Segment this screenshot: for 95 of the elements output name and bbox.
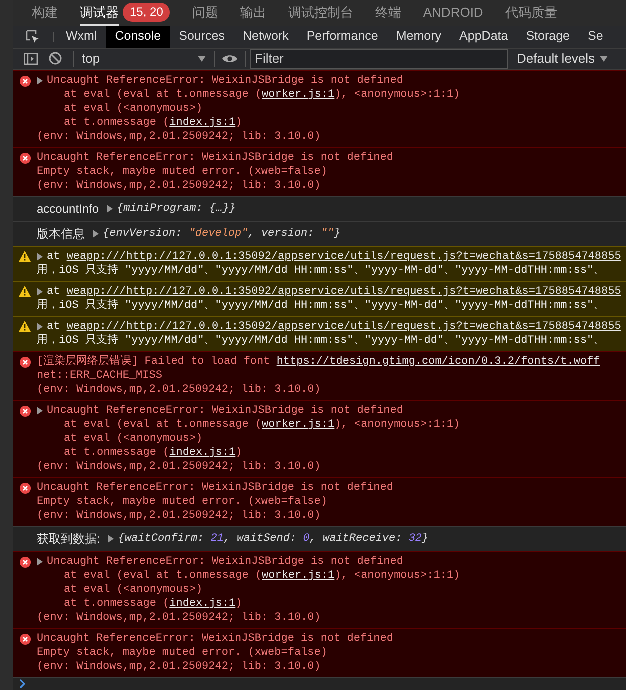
message-text: Uncaught ReferenceError: WeixinJSBridge is not defined — [47, 404, 404, 418]
source-link[interactable]: worker.js:1 — [262, 418, 335, 431]
tab[interactable]: 输出 — [240, 0, 266, 26]
prompt-icon — [19, 678, 27, 689]
tab[interactable]: 终端 — [375, 0, 402, 26]
log-label: 获取到数据: — [37, 532, 100, 546]
tab[interactable]: 代码质量 — [505, 0, 558, 26]
tab[interactable]: Console — [106, 26, 170, 48]
message-text: Uncaught ReferenceError: WeixinJSBridge is not defined — [37, 480, 394, 495]
levels-dropdown[interactable]: Default levels — [517, 49, 608, 69]
source-link[interactable]: worker.js:1 — [262, 570, 335, 582]
error-icon — [20, 556, 31, 568]
expand-arrow-icon[interactable] — [108, 534, 114, 543]
source-link[interactable]: https://tdesign.gtimg.com/icon/0.3.2/fonts/t.woff — [276, 356, 600, 368]
error-icon — [20, 406, 31, 417]
message-text: (env: Windows,mp,2.01.2509242; lib: 3.10.0) — [37, 660, 321, 674]
source-link[interactable]: weapp:///http://127.0.0.1:35092/appservice/utils/request.js?t=wechat&s=1758854748855 — [66, 286, 622, 298]
message-text: Empty stack, maybe muted error. (xweb=false) — [37, 646, 328, 660]
stack-trace-line: at eval (<anonymous>) — [64, 102, 203, 116]
message-text: at weapp:///http://127.0.0.1:35092/appservice/utils/request.js?t=wechat&s=1758854748855 — [47, 250, 622, 264]
message-text: Empty stack, maybe muted error. (xweb=false) — [37, 494, 328, 509]
tab[interactable]: Storage — [517, 26, 579, 48]
inspect-icon[interactable] — [25, 28, 41, 45]
tab[interactable]: Wxml — [57, 26, 106, 48]
source-link[interactable]: index.js:1 — [170, 116, 236, 129]
expand-arrow-icon[interactable] — [37, 288, 43, 296]
object-preview[interactable]: {waitConfirm: 21, waitSend: 0, waitReceive: 32} — [118, 532, 429, 546]
warning-icon — [19, 320, 31, 332]
source-link[interactable]: index.js:1 — [170, 598, 236, 610]
caret-icon — [600, 56, 608, 62]
tab[interactable]: Sources — [170, 26, 234, 48]
stack-trace-line: at eval (eval at t.onmessage (worker.js:1), <anonymous>:1:1) — [64, 88, 460, 102]
source-link[interactable]: worker.js:1 — [262, 88, 335, 101]
message-text: (env: Windows,mp,2.01.2509242; lib: 3.10.0) — [37, 508, 321, 523]
tab[interactable]: 调试控制台 — [288, 0, 354, 26]
message-text: 用，iOS 只支持 "yyyy/MM/dd"、"yyyy/MM/dd HH:mm:ss"、"yyyy-MM-dd"、"yyyy-MM-ddTHH:mm:ss"、 — [37, 298, 605, 313]
count-badge: 15, 20 — [123, 3, 170, 22]
message-text: (env: Windows,mp,2.01.2509242; lib: 3.10.0) — [37, 610, 321, 625]
tab[interactable]: 问题 — [192, 0, 218, 26]
expand-arrow-icon[interactable] — [37, 558, 43, 566]
expand-arrow-icon[interactable] — [107, 204, 114, 213]
expand-arrow-icon[interactable] — [37, 406, 43, 415]
sidebar-toggle-icon[interactable] — [24, 52, 38, 65]
context-select[interactable]: top — [74, 49, 214, 69]
tab[interactable]: 构建 — [32, 0, 58, 26]
clear-icon[interactable] — [49, 52, 62, 66]
message-text: Empty stack, maybe muted error. (xweb=false) — [37, 164, 328, 179]
warning-icon — [19, 250, 31, 262]
tab[interactable]: Memory — [387, 26, 451, 48]
expand-arrow-icon[interactable] — [37, 252, 43, 261]
source-link[interactable]: index.js:1 — [170, 446, 236, 459]
eye-icon[interactable] — [222, 54, 238, 64]
expand-arrow-icon[interactable] — [37, 322, 43, 331]
error-icon — [20, 356, 31, 368]
stack-trace-line: at eval (<anonymous>) — [64, 582, 203, 597]
message-text: (env: Windows,mp,2.01.2509242; lib: 3.10.0) — [37, 178, 321, 193]
source-link[interactable]: weapp:///http://127.0.0.1:35092/appservice/utils/request.js?t=wechat&s=1758854748855 — [66, 250, 622, 263]
stack-trace-line: at t.onmessage (index.js:1) — [64, 596, 242, 611]
error-icon — [20, 482, 31, 494]
message-text: at weapp:///http://127.0.0.1:35092/appservice/utils/request.js?t=wechat&s=1758854748855 — [47, 320, 622, 334]
message-text: 用，iOS 只支持 "yyyy/MM/dd"、"yyyy/MM/dd HH:mm:ss"、"yyyy-MM-dd"、"yyyy-MM-ddTHH:mm:ss"、 — [37, 334, 605, 348]
filter-field[interactable]: Filter — [250, 48, 508, 69]
warning-icon — [19, 286, 31, 297]
message-text: Uncaught ReferenceError: WeixinJSBridge is not defined — [37, 150, 394, 165]
tab[interactable]: AppData — [450, 26, 518, 48]
message-text: at weapp:///http://127.0.0.1:35092/appservice/utils/request.js?t=wechat&s=1758854748855 — [47, 284, 622, 299]
message-text: [渲染层网络层错误] Failed to load font https://tdesign.gtimg.com/icon/0.3.2/fonts/t.woff — [37, 354, 600, 369]
stack-trace-line: at t.onmessage (index.js:1) — [64, 116, 242, 130]
expand-arrow-icon[interactable] — [37, 76, 43, 85]
error-icon — [20, 634, 31, 645]
expand-arrow-icon[interactable] — [93, 230, 99, 238]
message-text: net::ERR_CACHE_MISS — [37, 368, 162, 383]
object-preview[interactable]: {miniProgram: {…}} — [117, 202, 236, 216]
error-icon — [20, 152, 31, 164]
caret-icon — [198, 56, 206, 62]
error-icon — [20, 76, 31, 87]
tab[interactable]: ANDROID — [423, 0, 484, 26]
log-label: accountInfo — [37, 202, 100, 216]
tab[interactable]: Se — [578, 26, 612, 48]
message-text: Uncaught ReferenceError: WeixinJSBridge is not defined — [37, 632, 394, 646]
object-preview[interactable]: {envVersion: "develop", version: ""} — [103, 226, 341, 241]
stack-trace-line: at eval (<anonymous>) — [64, 432, 203, 446]
message-text: (env: Windows,mp,2.01.2509242; lib: 3.10.0) — [37, 130, 321, 144]
stack-trace-line: at t.onmessage (index.js:1) — [64, 446, 242, 460]
message-text: Uncaught ReferenceError: WeixinJSBridge is not defined — [47, 74, 404, 88]
message-text: 用，iOS 只支持 "yyyy/MM/dd"、"yyyy/MM/dd HH:mm:ss"、"yyyy-MM-dd"、"yyyy-MM-ddTHH:mm:ss"、 — [37, 264, 605, 278]
stack-trace-line: at eval (eval at t.onmessage (worker.js:1), <anonymous>:1:1) — [64, 418, 460, 432]
tab[interactable]: Network — [234, 26, 298, 48]
message-text: Uncaught ReferenceError: WeixinJSBridge is not defined — [47, 554, 404, 569]
message-text: (env: Windows,mp,2.01.2509242; lib: 3.10.0) — [37, 382, 321, 397]
stack-trace-line: at eval (eval at t.onmessage (worker.js:1), <anonymous>:1:1) — [64, 568, 460, 583]
source-link[interactable]: weapp:///http://127.0.0.1:35092/appservice/utils/request.js?t=wechat&s=1758854748855 — [66, 320, 622, 333]
log-label: 版本信息 — [37, 226, 85, 241]
tab[interactable]: Performance — [298, 26, 388, 48]
message-text: (env: Windows,mp,2.01.2509242; lib: 3.10.0) — [37, 460, 321, 474]
